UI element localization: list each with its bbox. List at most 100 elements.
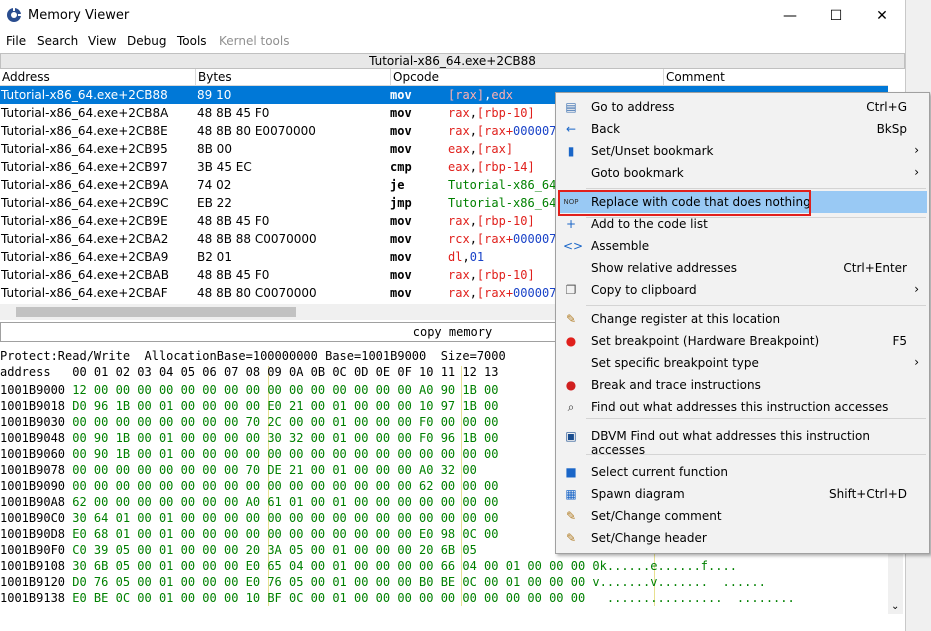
hex-row[interactable]: 1001B9060 00 90 1B 00 01 00 00 00 00 00 … [0,446,499,462]
menu-item-label: Set/Change comment [591,509,722,523]
highlight-annotation-box [558,190,811,216]
hex-row[interactable]: 1001B9138 E0 BE 0C 00 01 00 00 00 10 BF … [0,590,795,606]
hex-row[interactable]: 1001B9078 00 00 00 00 00 00 00 00 70 DE … [0,462,477,478]
column-comment[interactable]: Comment [664,69,888,85]
hex-row-address: 1001B9108 [0,559,73,573]
instruction-operands: dl,01 [448,250,485,264]
column-bytes[interactable]: Bytes [196,69,391,85]
column-address[interactable]: Address [0,69,196,85]
menu-item-change-register-at-this-location[interactable]: ✎ Change register at this location [558,308,927,330]
menu-separator [586,418,926,419]
hex-row[interactable]: 1001B9108 30 6B 05 00 01 00 00 00 E0 65 … [0,558,737,574]
menu-kernel-tools[interactable]: Kernel tools [219,34,290,48]
instruction-operands: eax,[rbp-14] [448,160,535,174]
menu-item-go-to-address[interactable]: ▤ Go to address Ctrl+G [558,96,927,118]
instruction-operands: rax,[rax+000007( [448,286,564,300]
back-arrow-icon: ← [565,122,577,136]
instruction-address: Tutorial-x86_64.exe+2CB8A [1,106,169,120]
menu-separator [586,188,926,189]
menu-debug[interactable]: Debug [127,34,166,48]
plus-icon: + [565,217,577,231]
menu-file[interactable]: File [6,34,26,48]
instruction-address: Tutorial-x86_64.exe+2CBA2 [1,232,169,246]
hex-row[interactable]: 1001B90D8 E0 68 01 00 01 00 00 00 00 00 … [0,526,499,542]
hex-row[interactable]: 1001B90A8 62 00 00 00 00 00 00 00 A0 61 … [0,494,499,510]
select-icon: ■ [565,465,577,479]
menu-view[interactable]: View [88,34,116,48]
hex-row-address: 1001B90F0 [0,543,73,557]
menu-item-set-unset-bookmark[interactable]: ▮ Set/Unset bookmark › [558,140,927,162]
hex-row[interactable]: 1001B9090 00 00 00 00 00 00 00 00 00 00 … [0,478,499,494]
instruction-bytes: 3B 45 EC [197,160,252,174]
instruction-opcode: mov [390,214,412,228]
instruction-opcode: cmp [390,160,412,174]
instruction-bytes: 48 8B 88 C0070000 [197,232,317,246]
hex-row[interactable]: 1001B9000 12 00 00 00 00 00 00 00 00 00 … [0,382,499,398]
hex-column-header: address 00 01 02 03 04 05 06 07 08 09 0A… [0,365,499,379]
instruction-bytes: B2 01 [197,250,232,264]
instruction-operands: rcx,[rax+000007( [448,232,564,246]
instruction-bytes: 48 8B 80 E0070000 [197,124,316,138]
menu-item-label: Go to address [591,100,675,114]
menu-item-show-relative-addresses[interactable]: Show relative addresses Ctrl+Enter [558,257,927,279]
menu-item-dbvm-find-out-what-addresses-this-instruction-accesses[interactable]: ▣ DBVM Find out what addresses this instr… [558,425,927,457]
menu-item-break-and-trace-instructions[interactable]: ● Break and trace instructions [558,374,927,396]
menu-item-set-change-header[interactable]: ✎ Set/Change header [558,527,927,549]
instruction-operands: rax,[rbp-10] [448,214,535,228]
menu-item-set-breakpoint-hardware-breakpoint[interactable]: ● Set breakpoint (Hardware Breakpoint) F5 [558,330,927,352]
window-title: Memory Viewer [28,8,130,23]
menu-item-label: Goto bookmark [591,166,684,180]
bookmark-icon: ▮ [567,144,575,158]
instruction-opcode: mov [390,268,412,282]
menu-item-select-current-function[interactable]: ■ Select current function [558,461,927,483]
hex-row-bytes: 62 00 00 00 00 00 00 00 A0 61 01 00 01 0… [72,495,499,509]
menu-item-set-specific-breakpoint-type[interactable]: Set specific breakpoint type › [558,352,927,374]
menu-search[interactable]: Search [37,34,78,48]
context-menu: ▤ Go to address Ctrl+G ← Back BkSp ▮ Set/Unset … [555,92,930,554]
menu-item-copy-to-clipboard[interactable]: ❐ Copy to clipboard › [558,279,927,301]
scroll-down-icon[interactable]: ⌄ [891,601,899,612]
hex-row-address: 1001B90D8 [0,527,73,541]
minimize-button[interactable]: — [767,0,813,32]
menu-tools[interactable]: Tools [177,34,207,48]
instruction-bytes: 48 8B 45 F0 [197,106,270,120]
hex-row[interactable]: 1001B9048 00 90 1B 00 01 00 00 00 00 30 … [0,430,499,446]
menu-item-find-out-what-addresses-this-instruction-accesses[interactable]: ⌕ Find out what addresses this instructio… [558,396,927,418]
menu-item-shortcut: Shift+Ctrl+D [829,487,907,501]
menu-item-label: Find out what addresses this instruction… [591,400,889,414]
menu-item-set-change-comment[interactable]: ✎ Set/Change comment [558,505,927,527]
hex-row-address: 1001B9060 [0,447,73,461]
submenu-arrow-icon: › [914,143,919,157]
menu-item-label: Set/Unset bookmark [591,144,714,158]
column-opcode[interactable]: Opcode [391,69,664,85]
instruction-bytes: 74 02 [197,178,232,192]
menu-item-back[interactable]: ← Back BkSp [558,118,927,140]
instruction-operands: [rax],edx [448,88,514,102]
instruction-address: Tutorial-x86_64.exe+2CB9E [1,214,168,228]
hex-row-bytes: C0 39 05 00 01 00 00 00 20 3A 05 00 01 0… [72,543,477,557]
dbvm-icon: ▣ [565,429,577,443]
hex-row[interactable]: 1001B90C0 30 64 01 00 01 00 00 00 00 00 … [0,510,499,526]
menu-item-assemble[interactable]: <> Assemble [558,235,927,257]
menu-item-goto-bookmark[interactable]: Goto bookmark › [558,162,927,184]
hex-row-bytes: E0 68 01 00 01 00 00 00 00 00 00 00 00 0… [72,527,499,541]
instruction-opcode: mov [390,142,412,156]
hex-row-address: 1001B9000 [0,383,73,397]
instruction-operands: rax,[rbp-10] [448,106,535,120]
instruction-address: Tutorial-x86_64.exe+2CB88 [1,88,168,102]
close-button[interactable]: ✕ [859,0,905,32]
maximize-button[interactable]: ☐ [813,0,859,32]
instruction-address: Tutorial-x86_64.exe+2CBAF [1,286,168,300]
hex-row[interactable]: 1001B9030 00 00 00 00 00 00 00 00 70 2C … [0,414,499,430]
hex-row-address: 1001B90C0 [0,511,73,525]
disassembler-column-headers: Address Bytes Opcode Comment [0,69,888,86]
hex-row[interactable]: 1001B9018 D0 96 1B 00 01 00 00 00 00 E0 … [0,398,499,414]
hex-row[interactable]: 1001B9120 D0 76 05 00 01 00 00 00 E0 76 … [0,574,766,590]
hex-row[interactable]: 1001B90F0 C0 39 05 00 01 00 00 00 20 3A … [0,542,477,558]
scrollbar-thumb[interactable] [16,307,296,317]
instruction-opcode: je [390,178,405,192]
menu-item-spawn-diagram[interactable]: ▦ Spawn diagram Shift+Ctrl+D [558,483,927,505]
hex-row-bytes: 12 00 00 00 00 00 00 00 00 00 00 00 00 0… [72,383,499,397]
menu-separator [586,217,926,218]
menu-item-label: Copy to clipboard [591,283,697,297]
